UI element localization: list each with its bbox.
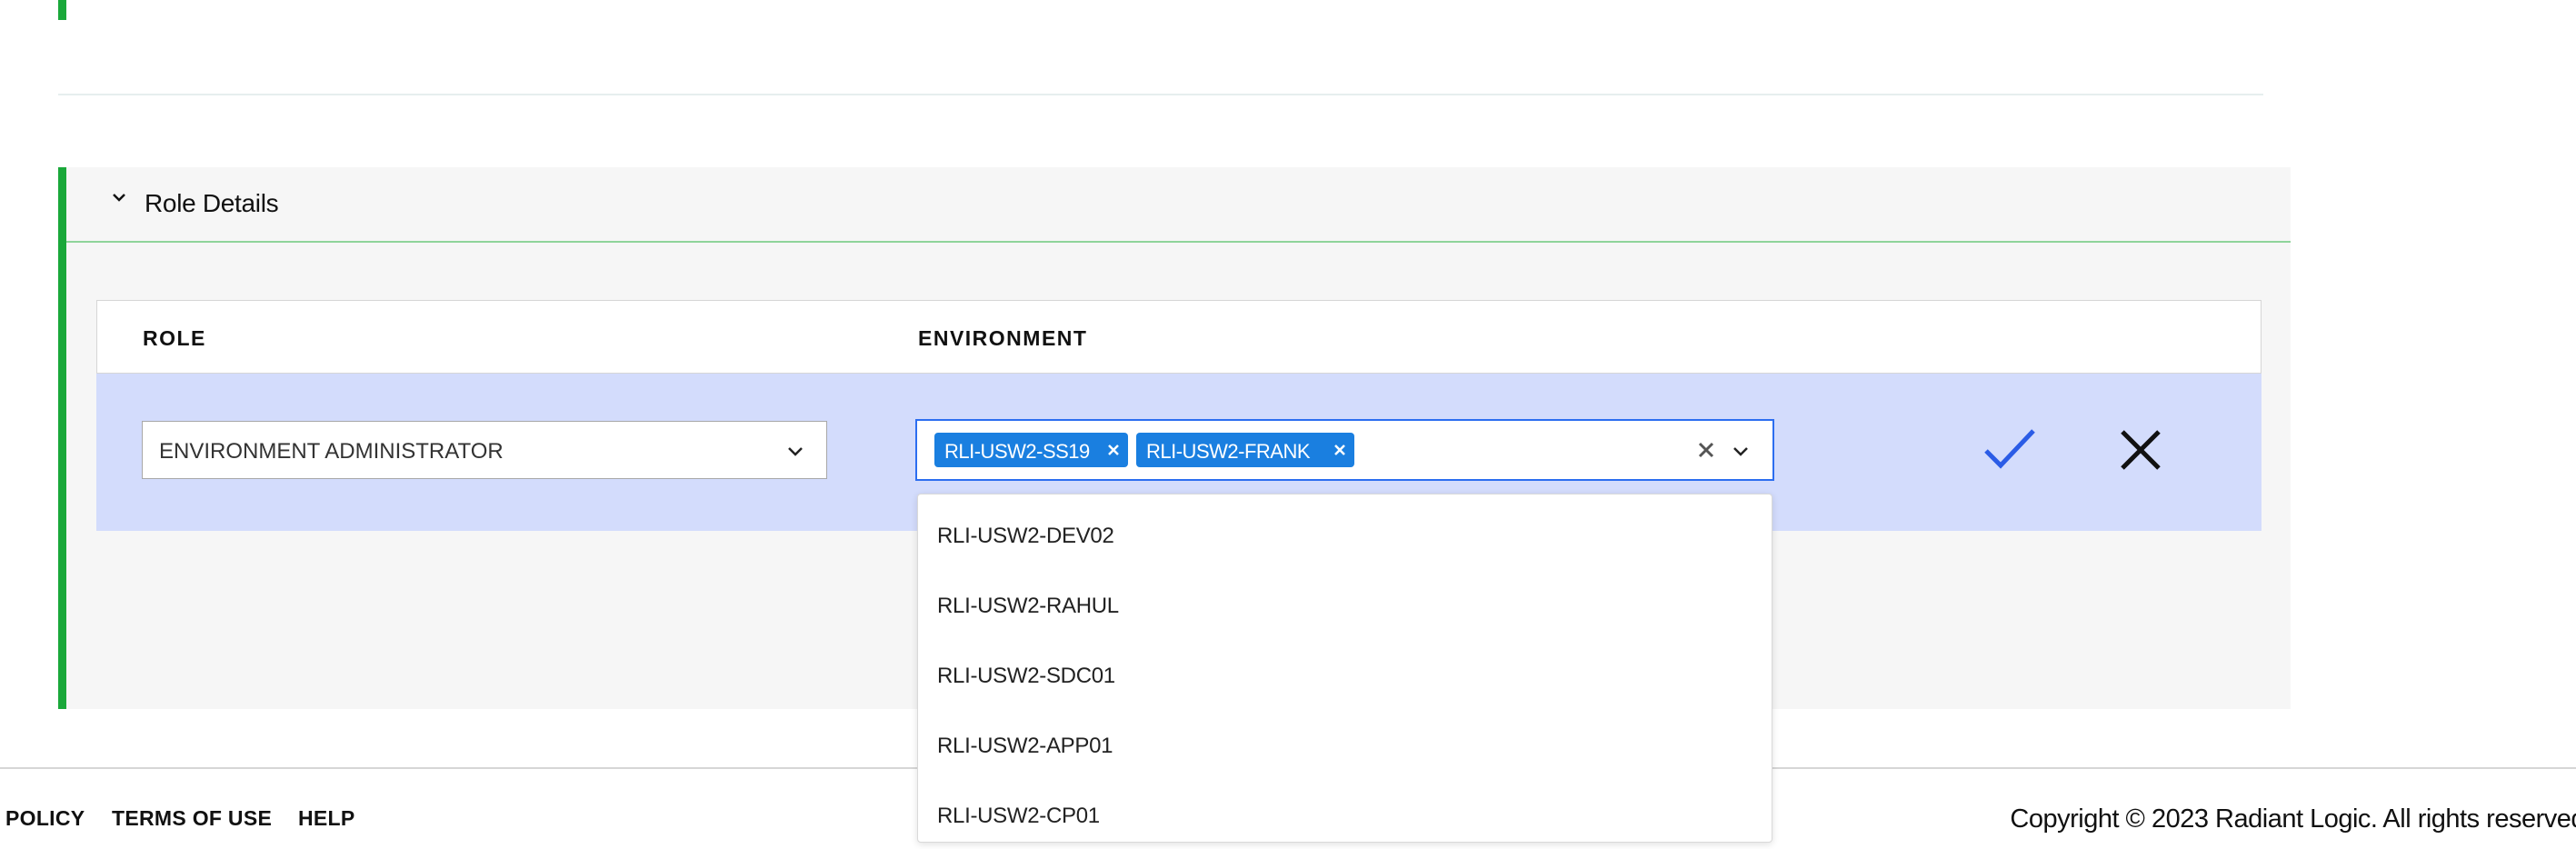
chevron-down-icon[interactable] [1731, 441, 1751, 461]
column-header-role: ROLE [143, 326, 206, 350]
environment-chip: RLI-USW2-SS19 [934, 433, 1128, 467]
environment-chip-label: RLI-USW2-FRANK [1146, 440, 1311, 463]
chevron-down-icon[interactable] [784, 440, 806, 462]
remove-chip-icon[interactable] [1333, 443, 1347, 457]
environment-multiselect[interactable]: RLI-USW2-SS19 RLI-USW2-FRANK [915, 419, 1774, 481]
dropdown-option[interactable]: RLI-USW2-APP01 [937, 734, 1113, 759]
previous-section-accent-bar [58, 0, 66, 20]
role-details-title: Role Details [145, 189, 279, 217]
copyright-text: Copyright © 2023 Radiant Logic. All righ… [2010, 804, 2576, 834]
remove-chip-icon[interactable] [1106, 443, 1121, 457]
dropdown-option[interactable]: RLI-USW2-CP01 [937, 804, 1100, 829]
cancel-close-icon[interactable] [2114, 424, 2167, 476]
dropdown-option[interactable]: RLI-USW2-RAHUL [937, 594, 1119, 619]
column-header-environment: ENVIRONMENT [918, 326, 1088, 350]
environment-chip-label: RLI-USW2-SS19 [944, 440, 1090, 463]
footer-link-help[interactable]: HELP [298, 806, 355, 831]
chevron-down-icon[interactable] [109, 187, 129, 207]
section-divider [58, 94, 2263, 95]
footer-link-policy[interactable]: POLICY [5, 806, 85, 831]
panel-accent-bar [58, 167, 66, 709]
environment-dropdown-menu: RLI-USW2-DEV02 RLI-USW2-RAHUL RLI-USW2-S… [917, 494, 1772, 843]
confirm-check-icon[interactable] [1982, 425, 2037, 473]
table-header: ROLE ENVIRONMENT [96, 300, 2261, 374]
footer-link-terms-of-use[interactable]: TERMS OF USE [112, 806, 272, 831]
role-select-value: ENVIRONMENT ADMINISTRATOR [159, 439, 504, 464]
dropdown-option[interactable]: RLI-USW2-DEV02 [937, 524, 1114, 549]
environment-chip: RLI-USW2-FRANK [1136, 433, 1354, 467]
clear-selection-icon[interactable] [1696, 440, 1716, 460]
role-details-header[interactable]: Role Details [66, 167, 2291, 243]
dropdown-option[interactable]: RLI-USW2-SDC01 [937, 664, 1115, 689]
role-select[interactable]: ENVIRONMENT ADMINISTRATOR [142, 421, 827, 479]
